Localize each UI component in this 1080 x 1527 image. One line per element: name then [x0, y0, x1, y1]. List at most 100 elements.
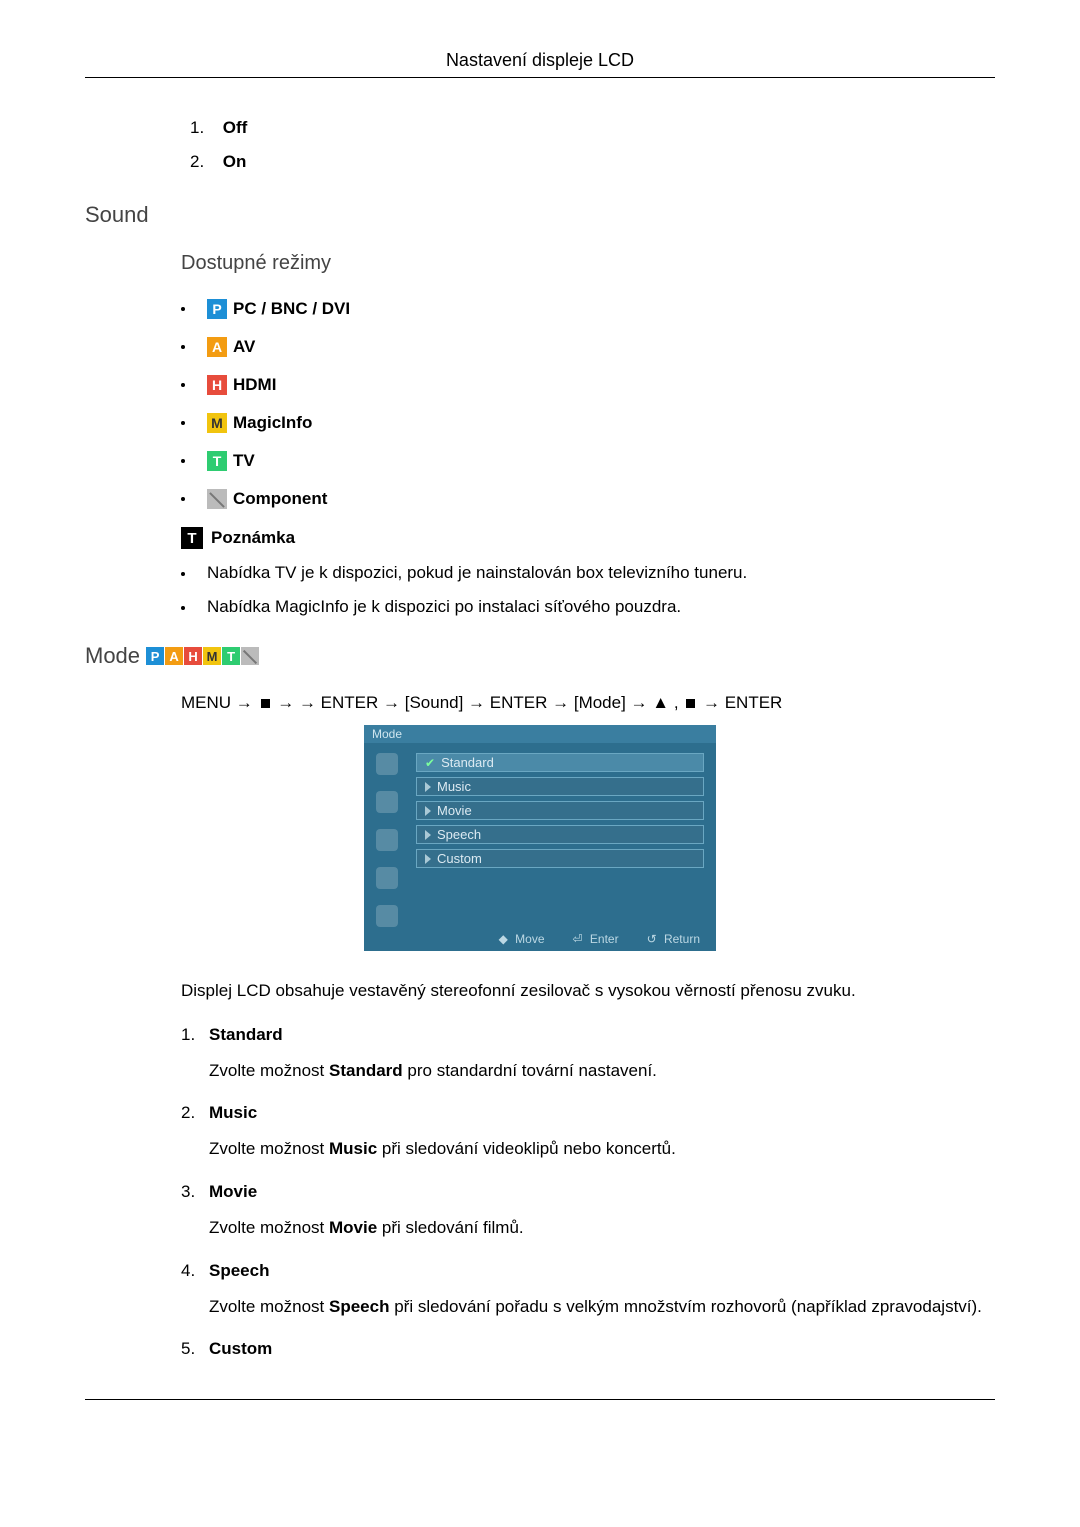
osd-sidebar-icon: [376, 867, 398, 889]
modes-list: P PC / BNC / DVI A AV H HDMI M MagicInfo…: [181, 299, 995, 509]
mode-desc: Zvolte možnost Music při sledování video…: [209, 1137, 995, 1162]
osd-footer-return: ↺ Return: [643, 932, 700, 946]
item-number: 1.: [190, 118, 218, 138]
page-header: Nastavení displeje LCD: [85, 50, 995, 71]
bullet-icon: [181, 383, 185, 387]
available-modes-heading: Dostupné režimy: [181, 252, 995, 275]
note-item: Nabídka MagicInfo je k dispozici po inst…: [181, 597, 995, 617]
stop-icon: [686, 699, 695, 708]
mode-item-pc: P PC / BNC / DVI: [181, 299, 995, 319]
osd-sidebar-icon: [376, 753, 398, 775]
m-icon: M: [203, 647, 222, 665]
mode-name: Speech: [209, 1261, 269, 1280]
triangle-icon: [425, 806, 431, 816]
sound-heading: Sound: [85, 202, 995, 228]
mode-definition: 5.Custom: [181, 1339, 995, 1359]
mode-desc: Zvolte možnost Movie při sledování filmů…: [209, 1216, 995, 1241]
osd-menu: Mode ✔Standard Music Movie Speech Custom: [364, 725, 716, 951]
up-arrow-icon: ▲: [652, 693, 669, 713]
mode-label: MagicInfo: [233, 413, 312, 433]
osd-option-label: Standard: [441, 755, 494, 770]
osd-option-standard[interactable]: ✔ Standard: [416, 753, 704, 772]
check-icon: ✔: [425, 756, 435, 770]
description: Displej LCD obsahuje vestavěný stereofon…: [181, 979, 995, 1003]
mode-definitions: 1.Standard Zvolte možnost Standard pro s…: [181, 1025, 995, 1360]
path-segment: → ENTER: [698, 693, 782, 712]
osd-screenshot: Mode ✔Standard Music Movie Speech Custom: [85, 725, 995, 951]
component-icon: [207, 489, 227, 509]
path-segment: MENU →: [181, 693, 258, 712]
item-number: 3.: [181, 1182, 209, 1202]
p-icon: P: [146, 647, 165, 665]
item-label: Off: [223, 118, 248, 137]
note-text: Nabídka TV je k dispozici, pokud je nain…: [207, 563, 747, 583]
list-item: 2. On: [190, 152, 995, 172]
item-number: 1.: [181, 1025, 209, 1045]
divider-bottom: [85, 1399, 995, 1400]
off-on-list: 1. Off 2. On: [190, 118, 995, 172]
item-number: 2.: [181, 1103, 209, 1123]
mode-item-tv: T TV: [181, 451, 995, 471]
note-text: Nabídka MagicInfo je k dispozici po inst…: [207, 597, 681, 617]
bullet-icon: [181, 572, 185, 576]
a-icon: A: [207, 337, 227, 357]
bullet-icon: [181, 497, 185, 501]
mode-definition: 3.Movie Zvolte možnost Movie při sledová…: [181, 1182, 995, 1241]
mode-name: Custom: [209, 1339, 272, 1358]
triangle-icon: [425, 782, 431, 792]
osd-option-custom[interactable]: Custom: [416, 849, 704, 868]
mode-definition: 2.Music Zvolte možnost Music při sledová…: [181, 1103, 995, 1162]
mode-desc: Zvolte možnost Standard pro standardní t…: [209, 1059, 995, 1084]
list-item: 1. Off: [190, 118, 995, 138]
mode-name: Music: [209, 1103, 257, 1122]
mode-icon-strip: P A H M T: [146, 647, 259, 665]
osd-sidebar-icon: [376, 829, 398, 851]
osd-option-movie[interactable]: Movie: [416, 801, 704, 820]
osd-option-label: Movie: [437, 803, 472, 818]
osd-option-label: Custom: [437, 851, 482, 866]
osd-footer-enter: ⏎ Enter: [569, 932, 619, 946]
triangle-icon: [425, 830, 431, 840]
mode-name: Movie: [209, 1182, 257, 1201]
component-icon: [241, 647, 259, 665]
item-label: On: [223, 152, 247, 171]
mode-definition: 1.Standard Zvolte možnost Standard pro s…: [181, 1025, 995, 1084]
menu-path: MENU → → → ENTER → [Sound] → ENTER → [Mo…: [181, 693, 995, 713]
osd-sidebar-icon: [376, 905, 398, 927]
bullet-icon: [181, 421, 185, 425]
mode-item-av: A AV: [181, 337, 995, 357]
mode-item-magicinfo: M MagicInfo: [181, 413, 995, 433]
bullet-icon: [181, 307, 185, 311]
note-list: Nabídka TV je k dispozici, pokud je nain…: [181, 563, 995, 617]
note-header: T Poznámka: [181, 527, 995, 549]
bullet-icon: [181, 459, 185, 463]
osd-sidebar-icon: [376, 791, 398, 813]
mode-name: Standard: [209, 1025, 283, 1044]
t-icon: T: [222, 647, 241, 665]
item-number: 5.: [181, 1339, 209, 1359]
mode-heading-row: Mode P A H M T: [85, 643, 995, 669]
osd-footer: ◆ Move ⏎ Enter ↺ Return: [364, 927, 716, 951]
mode-label: AV: [233, 337, 255, 357]
osd-options: ✔ Standard Music Movie Speech Custom: [410, 743, 716, 927]
bullet-icon: [181, 345, 185, 349]
osd-option-speech[interactable]: Speech: [416, 825, 704, 844]
osd-option-label: Music: [437, 779, 471, 794]
triangle-icon: [425, 854, 431, 864]
mode-item-hdmi: H HDMI: [181, 375, 995, 395]
mode-desc: Zvolte možnost Speech při sledování pořa…: [209, 1295, 995, 1320]
a-icon: A: [165, 647, 184, 665]
osd-footer-move: ◆ Move: [495, 932, 545, 946]
osd-sidebar: [364, 743, 410, 927]
mode-heading: Mode: [85, 643, 140, 669]
m-icon: M: [207, 413, 227, 433]
mode-label: HDMI: [233, 375, 276, 395]
path-segment: → → ENTER → [Sound] → ENTER → [Mode] →: [273, 693, 653, 712]
t-icon: T: [207, 451, 227, 471]
item-number: 4.: [181, 1261, 209, 1281]
note-label: Poznámka: [211, 528, 295, 548]
note-icon: T: [181, 527, 203, 549]
mode-definition: 4.Speech Zvolte možnost Speech při sledo…: [181, 1261, 995, 1320]
mode-label: PC / BNC / DVI: [233, 299, 350, 319]
osd-option-music[interactable]: Music: [416, 777, 704, 796]
